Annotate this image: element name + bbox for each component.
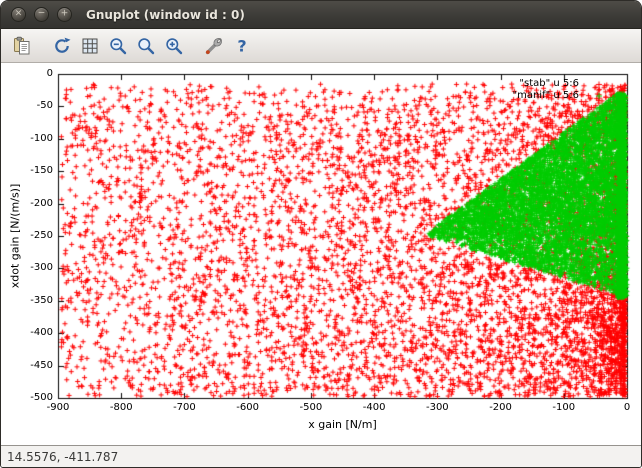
x-tick-label: 0	[607, 402, 642, 413]
status-bar: 14.5576, -411.787	[1, 445, 641, 467]
y-tick-label: -500	[1, 392, 53, 403]
plot-legend: "stab" u 5:6 "manif" u 5:6	[513, 78, 580, 101]
titlebar[interactable]: × − + Gnuplot (window id : 0)	[1, 1, 641, 29]
minimize-button[interactable]: −	[34, 7, 49, 22]
x-tick-label: -900	[38, 402, 78, 413]
x-tick-label: -100	[544, 402, 584, 413]
legend-entry-manif: "manif" u 5:6	[513, 90, 580, 102]
y-tick-label: -450	[1, 360, 53, 371]
configure-button[interactable]	[201, 33, 227, 59]
y-tick-label: -350	[1, 295, 53, 306]
zoom-in-icon	[164, 36, 184, 56]
svg-text:?: ?	[237, 36, 246, 55]
copy-button[interactable]	[9, 33, 35, 59]
copy-icon	[12, 36, 32, 56]
x-tick-label: -700	[164, 402, 204, 413]
x-tick-label: -600	[228, 402, 268, 413]
cursor-coordinates: 14.5576, -411.787	[7, 450, 118, 464]
wrench-icon	[204, 36, 224, 56]
x-axis-label: x gain [N/m]	[58, 418, 627, 431]
replot-button[interactable]	[49, 33, 75, 59]
zoom-previous-button[interactable]	[105, 33, 131, 59]
y-tick-label: 0	[1, 68, 53, 79]
x-tick-label: -300	[417, 402, 457, 413]
help-icon: ?	[232, 36, 252, 56]
minimize-icon: −	[38, 10, 46, 19]
toolbar: ?	[1, 29, 641, 63]
close-button[interactable]: ×	[11, 7, 26, 22]
y-axis-label: xdot gain [N/(m/s)]	[9, 184, 22, 289]
zoom-out-icon	[108, 36, 128, 56]
refresh-icon	[52, 36, 72, 56]
y-tick-label: -400	[1, 327, 53, 338]
plot-panel: -900 -800 -700 -600 -500 -400 -300 -200 -100 0 0 -…	[1, 63, 641, 445]
x-tick-label: -500	[291, 402, 331, 413]
zoom-button[interactable]	[133, 33, 159, 59]
maximize-button[interactable]: +	[57, 7, 72, 22]
legend-entry-stab: "stab" u 5:6	[513, 78, 580, 90]
zoom-next-button[interactable]	[161, 33, 187, 59]
grid-icon	[80, 36, 100, 56]
x-tick-label: -200	[481, 402, 521, 413]
window-title: Gnuplot (window id : 0)	[86, 8, 245, 22]
close-icon: ×	[15, 10, 23, 19]
plot-canvas[interactable]	[1, 63, 642, 445]
y-tick-label: -50	[1, 100, 53, 111]
help-button[interactable]: ?	[229, 33, 255, 59]
x-tick-label: -400	[354, 402, 394, 413]
x-tick-label: -800	[101, 402, 141, 413]
grid-button[interactable]	[77, 33, 103, 59]
maximize-icon: +	[61, 10, 69, 19]
y-tick-label: -150	[1, 165, 53, 176]
zoom-icon	[136, 36, 156, 56]
gnuplot-window: × − + Gnuplot (window id : 0)	[0, 0, 642, 468]
y-tick-label: -100	[1, 133, 53, 144]
